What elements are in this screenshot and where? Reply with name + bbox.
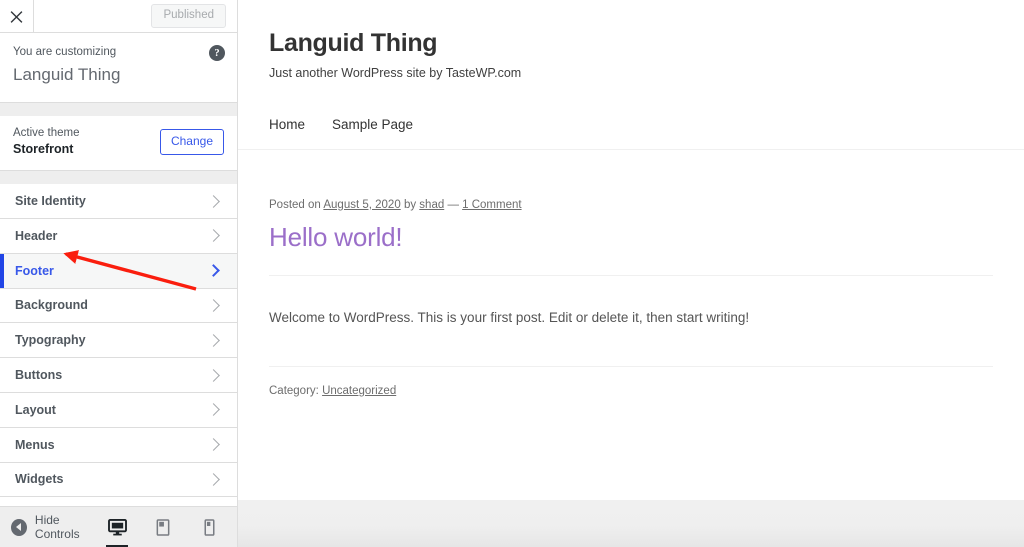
sidebar-item-label: Buttons: [15, 368, 63, 383]
active-theme-label: Active theme: [13, 126, 80, 139]
active-theme-text: Active theme Storefront: [13, 126, 79, 158]
chevron-right-icon: [207, 264, 220, 277]
post-meta-by: by: [403, 198, 417, 211]
sidebar-item-label: Footer: [15, 263, 54, 278]
customizer-topbar: Published: [0, 0, 237, 33]
sidebar-item-label: Header: [15, 228, 58, 243]
post-category-label: Category:: [269, 384, 319, 397]
sidebar-item-menus[interactable]: Menus: [0, 427, 237, 463]
customizer-sections-list: Site Identity Header Footer Background Typog…: [0, 184, 237, 547]
sidebar-item-buttons[interactable]: Buttons: [0, 358, 237, 393]
customizer-sidebar: Published You are customizing Languid Th…: [0, 0, 238, 547]
post-article: Posted on August 5, 2020 by shad — 1 Com…: [238, 150, 1024, 397]
site-header: Languid Thing Just another WordPress sit…: [238, 0, 1024, 149]
customizer-screen: Published You are customizing Languid Th…: [0, 0, 1024, 547]
sidebar-item-label: Background: [15, 298, 88, 313]
change-theme-button[interactable]: Change: [159, 129, 224, 155]
active-theme-name: Storefront: [13, 142, 74, 157]
publish-button[interactable]: Published: [151, 3, 226, 29]
site-footer-area: [238, 500, 1024, 547]
post-body-text: Welcome to WordPress. This is your first…: [269, 310, 750, 326]
primary-navigation: Home Sample Page: [269, 117, 1024, 149]
chevron-right-icon: [207, 229, 220, 243]
sections-gap-divider: [0, 171, 237, 185]
post-footer-divider: [269, 365, 993, 367]
sidebar-item-footer[interactable]: Footer: [0, 253, 237, 289]
chevron-right-icon: [207, 194, 220, 208]
collapse-left-arrow-icon: [11, 518, 27, 536]
post-title-divider: [269, 275, 993, 277]
post-category: Category: Uncategorized: [269, 385, 993, 397]
chevron-right-icon: [207, 473, 220, 486]
hide-controls-label: Hide Controls: [34, 513, 80, 541]
sidebar-item-background[interactable]: Background: [0, 288, 237, 324]
customizing-label: You are customizing: [13, 46, 117, 58]
site-title: Languid Thing: [269, 29, 438, 57]
site-preview-pane: Languid Thing Just another WordPress sit…: [238, 0, 1024, 547]
chevron-right-icon: [207, 368, 220, 382]
sidebar-item-label: Widgets: [15, 472, 64, 487]
help-question-icon[interactable]: ?: [209, 45, 225, 61]
post-meta-posted-on: Posted on: [269, 198, 321, 211]
sidebar-item-header[interactable]: Header: [0, 218, 237, 254]
sidebar-item-layout[interactable]: Layout: [0, 392, 237, 428]
sidebar-item-label: Layout: [15, 402, 56, 417]
chevron-right-icon: [207, 403, 220, 417]
post-meta: Posted on August 5, 2020 by shad — 1 Com…: [269, 197, 993, 213]
customizer-footer-bar: Hide Controls: [0, 506, 237, 547]
sidebar-item-label: Site Identity: [15, 194, 86, 209]
nav-link-home[interactable]: Home: [269, 117, 305, 132]
post-date-link[interactable]: August 5, 2020: [323, 199, 400, 211]
sidebar-item-site-identity[interactable]: Site Identity: [0, 184, 237, 219]
desktop-preview-icon[interactable]: [103, 507, 131, 547]
customizing-site-name: Languid Thing: [13, 65, 121, 85]
mobile-preview-icon[interactable]: [195, 507, 223, 547]
post-comments-link[interactable]: 1 Comment: [462, 199, 521, 211]
hide-controls-button[interactable]: Hide Controls: [0, 513, 103, 541]
panel-gap-divider: [0, 102, 237, 116]
sidebar-item-label: Menus: [15, 437, 55, 452]
tablet-preview-icon[interactable]: [149, 507, 177, 547]
sidebar-item-label: Typography: [15, 333, 86, 348]
post-author-link[interactable]: shad: [419, 199, 444, 211]
sidebar-item-widgets[interactable]: Widgets: [0, 462, 237, 498]
nav-link-sample-page[interactable]: Sample Page: [332, 117, 413, 132]
publish-button-area: Published: [34, 0, 237, 32]
chevron-right-icon: [207, 299, 220, 312]
customizing-info: You are customizing Languid Thing ?: [0, 33, 237, 103]
site-description: Just another WordPress site by TasteWP.c…: [269, 65, 522, 80]
chevron-right-icon: [207, 333, 220, 347]
active-theme-row: Active theme Storefront Change: [0, 115, 237, 172]
close-x-icon[interactable]: [0, 0, 34, 32]
post-meta-dash: —: [447, 198, 459, 211]
device-preview-switcher: [103, 507, 237, 547]
sidebar-item-typography[interactable]: Typography: [0, 323, 237, 359]
chevron-right-icon: [207, 438, 220, 451]
post-title: Hello world!: [269, 221, 403, 252]
post-category-link[interactable]: Uncategorized: [322, 385, 396, 397]
